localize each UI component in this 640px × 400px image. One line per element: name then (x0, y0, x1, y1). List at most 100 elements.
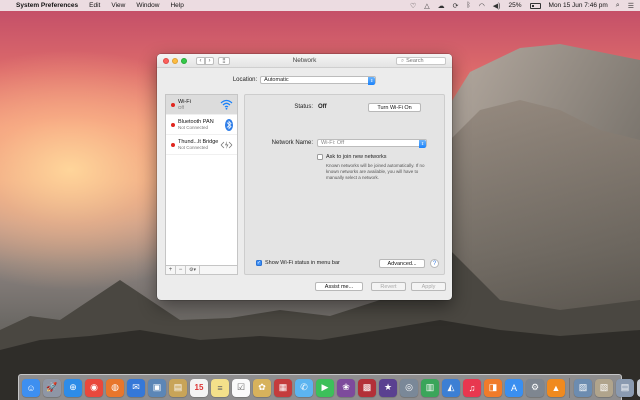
forward-button[interactable]: › (205, 56, 214, 65)
clock[interactable]: Mon 15 Jun 7:46 pm (549, 2, 608, 9)
app-store-icon[interactable]: A (505, 378, 523, 397)
turn-wifi-on-button[interactable]: Turn Wi-Fi On (368, 103, 421, 112)
service-list-footer: + − ⚙▾ (166, 265, 237, 275)
bluetooth-status-icon[interactable]: ᛒ (466, 2, 470, 9)
ask-to-join-description: Known networks will be joined automatica… (326, 163, 425, 181)
service-status: Not Connected (178, 145, 209, 151)
ask-to-join-label: Ask to join new networks (326, 154, 387, 160)
service-item-thunderbolt-bridge[interactable]: Thund...lt Bridge Not Connected (166, 135, 237, 155)
messages-icon[interactable]: ✆ (295, 378, 313, 397)
status-dot-icon (171, 142, 175, 147)
show-in-menubar-row: ✓ Show Wi-Fi status in menu bar (256, 260, 340, 266)
remove-service-button[interactable]: − (176, 265, 186, 275)
reminders-icon[interactable]: ☑ (232, 378, 250, 397)
downloads-stack-icon[interactable]: ▧ (595, 378, 613, 397)
apply-button[interactable]: Apply (411, 282, 446, 291)
dock: ☺🚀⊕◉◍✉▣▤15≡☑✿▦✆▶❀▩★◎▥◭♫◨A⚙▲▨▧▤▯ (18, 374, 640, 400)
notification-center-icon[interactable]: ☰ (628, 2, 634, 10)
status-dot-icon (171, 122, 175, 127)
numbers-icon[interactable]: ▥ (421, 378, 439, 397)
firefox-icon[interactable]: ◍ (106, 378, 124, 397)
revert-button[interactable]: Revert (371, 282, 406, 291)
menu-window[interactable]: Window (136, 2, 159, 9)
detail-panel: Status: Off Turn Wi-Fi On Network Name: … (244, 94, 445, 275)
select-arrows-icon: ⇕ (419, 139, 426, 148)
status-label: Status: (294, 104, 313, 110)
cloud-app-icon[interactable]: ☁ (438, 2, 445, 10)
keynote-icon[interactable]: ◭ (442, 378, 460, 397)
vlc-icon[interactable]: ▲ (547, 378, 565, 397)
documents-stack-icon[interactable]: ▤ (616, 378, 634, 397)
search-input[interactable] (406, 58, 443, 64)
system-preferences-icon[interactable]: ⚙ (526, 378, 544, 397)
menu-edit[interactable]: Edit (89, 2, 100, 9)
calendar-icon[interactable]: 15 (190, 378, 208, 397)
network-preferences-window: ‹ › ⣿ Network ⌕ Location: Automatic ⇕ Wi… (157, 54, 452, 300)
add-service-button[interactable]: + (166, 265, 176, 275)
facetime-icon[interactable]: ▶ (316, 378, 334, 397)
status-dot-icon (171, 102, 175, 107)
ask-to-join-checkbox[interactable] (317, 154, 323, 160)
wifi-status-icon[interactable]: ◠ (479, 2, 485, 10)
service-item-bluetooth-pan[interactable]: Bluetooth PAN Not Connected (166, 115, 237, 135)
assist-me-button[interactable]: Assist me... (315, 282, 363, 291)
image-document-icon[interactable]: ▨ (574, 378, 592, 397)
service-list: Wi-Fi Off Bluetooth PAN Not Connected Th… (165, 94, 238, 275)
title-bar[interactable]: ‹ › ⣿ Network ⌕ (157, 54, 452, 68)
bluetooth-icon (225, 119, 233, 131)
service-item-wifi[interactable]: Wi-Fi Off (166, 95, 237, 115)
ibooks-icon[interactable]: ◨ (484, 378, 502, 397)
minimize-button[interactable] (172, 57, 178, 64)
status-row: Status: Off Turn Wi-Fi On (245, 103, 444, 112)
service-name: Wi-Fi (178, 98, 191, 105)
network-name-select[interactable]: Wi-Fi: Off ⇕ (317, 139, 427, 148)
stickies-icon[interactable]: ▤ (169, 378, 187, 397)
preview-icon[interactable]: ▣ (148, 378, 166, 397)
time-machine-icon[interactable]: ⟳ (453, 2, 459, 10)
show-all-grid-icon[interactable]: ⣿ (218, 56, 230, 65)
menu-view[interactable]: View (111, 2, 125, 9)
ask-to-join-row: Ask to join new networks (317, 154, 387, 160)
back-button[interactable]: ‹ (196, 56, 205, 65)
status-value: Off (318, 104, 327, 110)
help-button[interactable]: ? (430, 259, 439, 268)
battery-icon[interactable] (529, 2, 541, 9)
launchpad-icon[interactable]: 🚀 (43, 378, 61, 397)
photo-booth-2-icon[interactable]: ▩ (358, 378, 376, 397)
app-menu[interactable]: System Preferences (16, 2, 78, 9)
location-label: Location: (232, 77, 258, 83)
battery-percent[interactable]: 25% (509, 2, 522, 9)
thunderbolt-bridge-icon (220, 141, 233, 149)
show-in-menubar-checkbox[interactable]: ✓ (256, 260, 262, 266)
gear-action-button[interactable]: ⚙▾ (186, 265, 200, 275)
notes-icon[interactable]: ≡ (211, 378, 229, 397)
select-arrows-icon: ⇕ (368, 76, 376, 85)
advanced-button[interactable]: Advanced... (379, 259, 425, 268)
location-select[interactable]: Automatic ⇕ (260, 76, 377, 85)
finder-icon[interactable]: ☺ (22, 378, 40, 397)
menu-help[interactable]: Help (170, 2, 183, 9)
location-value: Automatic (264, 77, 289, 83)
safari-icon[interactable]: ⊕ (64, 378, 82, 397)
imovie-icon[interactable]: ★ (379, 378, 397, 397)
game-center-icon[interactable]: ◎ (400, 378, 418, 397)
window-controls (163, 57, 187, 64)
google-drive-icon[interactable]: △ (424, 2, 429, 10)
zoom-button[interactable] (181, 57, 187, 64)
photo-app-icon[interactable]: ❀ (337, 378, 355, 397)
network-name-value: Wi-Fi: Off (321, 140, 345, 146)
spotlight-search-icon[interactable]: ⌕ (616, 2, 620, 10)
itunes-icon[interactable]: ♫ (463, 378, 481, 397)
status-tray: ♡ △ ☁ ⟳ ᛒ ◠ ◀) 25% Mon 15 Jun 7:46 pm ⌕ … (410, 2, 634, 10)
chrome-icon[interactable]: ◉ (85, 378, 103, 397)
service-status: Off (178, 105, 184, 111)
photo-booth-icon[interactable]: ▦ (274, 378, 292, 397)
network-name-label: Network Name: (271, 140, 313, 146)
notification-status-icon[interactable]: ♡ (410, 2, 416, 10)
search-field[interactable]: ⌕ (396, 57, 446, 65)
close-button[interactable] (163, 57, 169, 64)
service-status: Not Connected (178, 125, 209, 131)
photos-icon[interactable]: ✿ (253, 378, 271, 397)
volume-icon[interactable]: ◀) (493, 2, 501, 10)
mail-icon[interactable]: ✉ (127, 378, 145, 397)
